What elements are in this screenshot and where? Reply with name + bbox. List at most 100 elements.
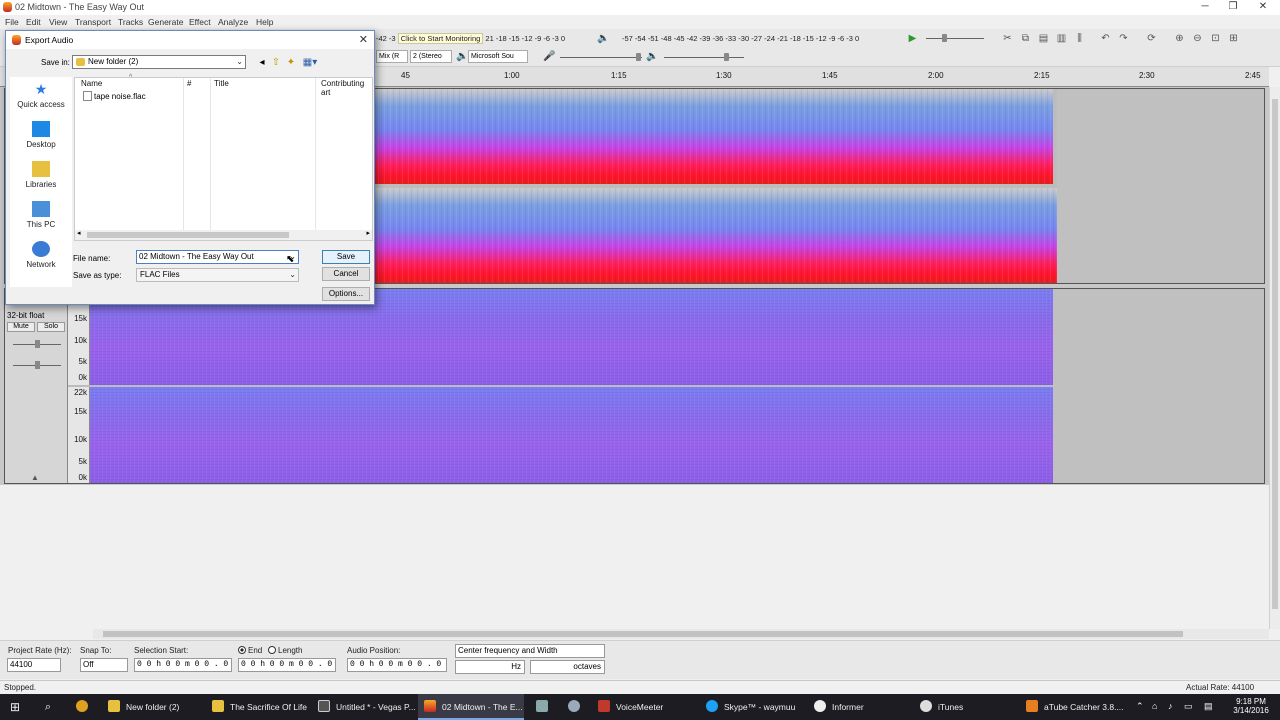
- track-empty-region[interactable]: [1053, 289, 1264, 483]
- maximize-button[interactable]: ❐: [1216, 0, 1250, 15]
- menu-tracks[interactable]: Tracks: [118, 17, 143, 27]
- place-network[interactable]: Network: [10, 241, 72, 269]
- project-rate-select[interactable]: 44100: [7, 658, 61, 672]
- vertical-scrollbar[interactable]: [1269, 87, 1280, 629]
- save-as-type-select[interactable]: FLAC Files ⌄: [136, 268, 299, 282]
- playback-volume-slider[interactable]: [664, 57, 744, 58]
- cancel-button[interactable]: Cancel: [322, 267, 370, 281]
- start-button[interactable]: ⊞: [0, 694, 30, 720]
- scroll-left-icon[interactable]: ◂: [77, 229, 81, 237]
- bandwidth-field[interactable]: octaves: [530, 660, 605, 674]
- column-header-artist[interactable]: Contributing art: [321, 79, 372, 97]
- place-libraries[interactable]: Libraries: [10, 161, 72, 189]
- pan-thumb[interactable]: [35, 361, 40, 369]
- record-meter[interactable]: -42 -3 Click to Start Monitoring 21 -18 …: [376, 32, 592, 45]
- system-tray[interactable]: ⌃ ⌂ ♪ ▭ ▤: [1130, 694, 1226, 720]
- trim-audio-icon[interactable]: ▥: [1054, 31, 1069, 46]
- silence-audio-icon[interactable]: ⫼: [1072, 31, 1087, 46]
- speaker-icon[interactable]: 🔈: [596, 31, 611, 46]
- place-desktop[interactable]: Desktop: [10, 121, 72, 149]
- close-window-button[interactable]: ✕: [1246, 0, 1280, 15]
- taskbar-item[interactable]: aTube Catcher 3.8....: [1020, 694, 1124, 720]
- mute-button[interactable]: Mute: [7, 322, 35, 332]
- new-folder-icon[interactable]: ✦: [285, 57, 297, 69]
- record-volume-thumb[interactable]: [636, 53, 641, 61]
- clock[interactable]: 9:18 PM 3/14/2016: [1226, 694, 1276, 720]
- file-name-input[interactable]: 02 Midtown - The Easy Way Out ⌄: [136, 250, 299, 264]
- length-radio[interactable]: Length: [268, 646, 302, 655]
- record-volume-slider[interactable]: [560, 57, 642, 58]
- network-icon[interactable]: ⌂: [1152, 701, 1157, 711]
- start-monitoring-button[interactable]: Click to Start Monitoring: [397, 33, 484, 44]
- horizontal-scrollbar[interactable]: [93, 629, 1269, 639]
- playback-meter[interactable]: -57 -54 -51 -48 -45 -42 -39 -36 -33 -30 …: [622, 32, 892, 45]
- zoom-in-icon[interactable]: ⊕: [1172, 31, 1187, 46]
- selection-end-field[interactable]: 0 0 h 0 0 m 0 0 . 0 0 0 s: [238, 658, 336, 672]
- zoom-out-icon[interactable]: ⊖: [1190, 31, 1205, 46]
- taskbar-item[interactable]: New folder (2): [102, 694, 202, 720]
- column-header-name[interactable]: Name: [81, 79, 102, 88]
- noise-track[interactable]: 32-bit float Mute Solo ▲ 15k 10k 5k 0k 2…: [4, 288, 1265, 484]
- save-button[interactable]: Save: [322, 250, 370, 264]
- file-list-scrollbar[interactable]: ◂ ▸: [75, 230, 372, 240]
- monitor-app-icon[interactable]: [528, 694, 556, 720]
- end-radio-dot[interactable]: [238, 646, 246, 654]
- menu-edit[interactable]: Edit: [26, 17, 41, 27]
- vertical-scroll-thumb[interactable]: [1272, 99, 1278, 609]
- power-icon[interactable]: ▭: [1184, 701, 1193, 712]
- input-source-select[interactable]: Mix (R: [376, 50, 408, 63]
- menu-effect[interactable]: Effect: [189, 17, 211, 27]
- sync-lock-icon[interactable]: ⟳: [1144, 31, 1159, 46]
- up-folder-icon[interactable]: ⇧: [270, 57, 282, 69]
- taskbar-item[interactable]: The Sacrifice Of Life: [206, 694, 310, 720]
- fit-project-icon[interactable]: ⊞: [1226, 31, 1241, 46]
- play-at-speed-icon[interactable]: ▶: [905, 31, 920, 46]
- paste-icon[interactable]: ▤: [1036, 31, 1051, 46]
- dialog-titlebar[interactable]: Export Audio ✕: [6, 31, 374, 49]
- solo-button[interactable]: Solo: [37, 322, 65, 332]
- show-hidden-icons[interactable]: ⌃: [1136, 701, 1144, 712]
- snap-to-select[interactable]: Off: [80, 658, 128, 672]
- dialog-close-icon[interactable]: ✕: [359, 33, 368, 46]
- track-control-panel[interactable]: 32-bit float Mute Solo ▲: [5, 289, 68, 483]
- track-empty-region[interactable]: [1057, 89, 1264, 283]
- audio-position-field[interactable]: 0 0 h 0 0 m 0 0 . 0 0 0 s: [347, 658, 447, 672]
- play-speed-thumb[interactable]: [942, 34, 947, 42]
- center-frequency-field[interactable]: Hz: [455, 660, 525, 674]
- menu-transport[interactable]: Transport: [75, 17, 111, 27]
- chrome-icon[interactable]: [68, 694, 96, 720]
- taskbar-item[interactable]: iTunes: [914, 694, 1018, 720]
- fit-selection-icon[interactable]: ⊡: [1208, 31, 1223, 46]
- column-divider[interactable]: [210, 78, 211, 230]
- place-this-pc[interactable]: This PC: [10, 201, 72, 229]
- menu-file[interactable]: File: [5, 17, 19, 27]
- recording-channels-select[interactable]: 2 (Stereo: [410, 50, 452, 63]
- taskbar-item[interactable]: Untitled * - Vegas P...: [312, 694, 416, 720]
- taskbar-item[interactable]: Informer: [808, 694, 912, 720]
- column-header-track[interactable]: #: [187, 79, 191, 88]
- redo-icon[interactable]: ↷: [1116, 31, 1131, 46]
- scroll-right-icon[interactable]: ▸: [366, 229, 370, 237]
- horizontal-scroll-thumb[interactable]: [103, 631, 1183, 637]
- volume-icon[interactable]: ♪: [1168, 701, 1173, 711]
- trim-icon[interactable]: ✂: [1000, 31, 1015, 46]
- taskbar-item[interactable]: Skype™ - waymuu: [700, 694, 804, 720]
- spectral-selection-mode-select[interactable]: Center frequency and Width: [455, 644, 605, 658]
- taskbar-item[interactable]: VoiceMeeter: [592, 694, 696, 720]
- export-audio-dialog[interactable]: Export Audio ✕ Save in: New folder (2) ⌄…: [5, 30, 375, 305]
- tool-app-icon[interactable]: [560, 694, 588, 720]
- length-radio-dot[interactable]: [268, 646, 276, 654]
- copy-icon[interactable]: ⧉: [1018, 31, 1033, 46]
- play-speed-slider[interactable]: [926, 38, 984, 39]
- options-button[interactable]: Options...: [322, 287, 370, 301]
- file-list[interactable]: Name ^ # Title Contributing art tape noi…: [74, 74, 373, 241]
- action-center-icon[interactable]: ▤: [1204, 701, 1213, 712]
- undo-icon[interactable]: ↶: [1098, 31, 1113, 46]
- collapse-track-icon[interactable]: ▲: [31, 473, 39, 482]
- noise-spectrogram-right[interactable]: [90, 387, 1053, 483]
- column-divider[interactable]: [183, 78, 184, 230]
- file-row[interactable]: tape noise.flac: [83, 91, 146, 101]
- column-divider[interactable]: [315, 78, 316, 230]
- taskbar-item-active[interactable]: 02 Midtown - The E...: [418, 694, 524, 720]
- column-header-title[interactable]: Title: [214, 79, 229, 88]
